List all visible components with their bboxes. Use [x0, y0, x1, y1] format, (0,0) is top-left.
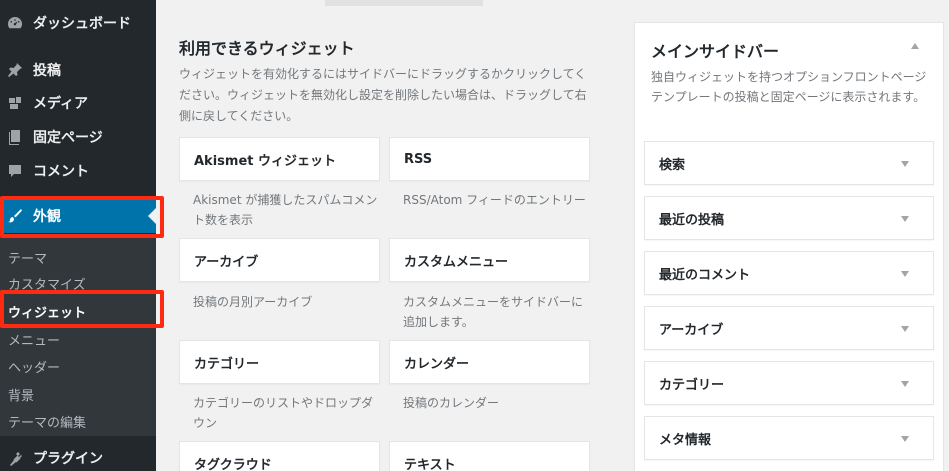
widget-description: 投稿のカレンダー	[403, 396, 500, 410]
menu-posts[interactable]: 投稿	[0, 53, 156, 87]
expand-arrow-icon[interactable]	[901, 216, 909, 222]
menu-label: ダッシュボード	[33, 16, 131, 32]
plugin-icon	[7, 450, 23, 466]
admin-sidebar: ダッシュボード 投稿 メディア 固定ページ コメント 外観 テーマ カスタマイズ…	[0, 0, 156, 471]
widget-rss[interactable]: RSS	[389, 137, 590, 181]
widget-akismet[interactable]: Akismet ウィジェット	[179, 137, 380, 181]
sidebar-widget-label: 検索	[659, 157, 686, 173]
page-icon	[7, 129, 23, 145]
sidebar-widget-meta[interactable]: メタ情報	[644, 416, 934, 460]
comment-icon	[7, 163, 23, 179]
submenu-header[interactable]: ヘッダー	[8, 357, 60, 376]
menu-plugins[interactable]: プラグイン	[0, 441, 156, 471]
widget-description: 投稿の月別アーカイブ	[193, 295, 313, 309]
sidebar-widget-recent-comments[interactable]: 最近のコメント	[644, 251, 934, 295]
menu-appearance[interactable]: 外観	[0, 199, 156, 233]
widget-description: Akismet が捕獲したスパムコメント数を表示	[193, 193, 378, 227]
menu-comments[interactable]: コメント	[0, 154, 156, 188]
submenu-themes[interactable]: テーマ	[8, 248, 47, 267]
menu-media[interactable]: メディア	[0, 86, 156, 120]
menu-label: 固定ページ	[33, 130, 103, 146]
expand-arrow-icon[interactable]	[901, 436, 909, 442]
menu-label: 投稿	[33, 63, 61, 79]
widget-archives[interactable]: アーカイブ	[179, 238, 380, 282]
sidebar-widget-label: 最近のコメント	[659, 267, 751, 283]
expand-arrow-icon[interactable]	[901, 161, 909, 167]
submenu-menus[interactable]: メニュー	[8, 330, 60, 349]
sidebar-widget-search[interactable]: 検索	[644, 141, 934, 185]
menu-label: プラグイン	[33, 451, 103, 467]
media-icon	[7, 95, 23, 111]
submenu-customize[interactable]: カスタマイズ	[8, 274, 86, 293]
pin-icon	[7, 62, 23, 78]
active-arrow-icon	[148, 208, 156, 224]
tab-stub	[325, 0, 483, 6]
sidebar-widget-archives[interactable]: アーカイブ	[644, 306, 934, 350]
menu-dashboard[interactable]: ダッシュボード	[0, 6, 156, 40]
expand-arrow-icon[interactable]	[901, 381, 909, 387]
expand-arrow-icon[interactable]	[901, 271, 909, 277]
sidebar-widget-categories[interactable]: カテゴリー	[644, 361, 934, 405]
sidebar-widget-label: メタ情報	[659, 432, 712, 448]
sidebar-widget-label: アーカイブ	[659, 322, 724, 338]
widget-custom-menu[interactable]: カスタムメニュー	[389, 238, 590, 282]
widget-text[interactable]: テキスト	[389, 441, 590, 471]
collapse-arrow-icon[interactable]	[911, 43, 919, 49]
main-sidebar-panel: メインサイドバー 独自ウィジェットを持つオプションフロントページテンプレートの投…	[634, 22, 944, 471]
submenu-widgets[interactable]: ウィジェット	[8, 302, 86, 321]
available-widgets-title: 利用できるウィジェット	[179, 39, 355, 58]
expand-arrow-icon[interactable]	[901, 326, 909, 332]
menu-label: コメント	[33, 164, 89, 180]
menu-label: メディア	[33, 96, 89, 112]
sidebar-widget-label: 最近の投稿	[659, 212, 725, 228]
available-widgets-description: ウィジェットを有効化するにはサイドバーにドラッグするかクリックしてください。ウィ…	[179, 67, 587, 123]
menu-pages[interactable]: 固定ページ	[0, 120, 156, 154]
sidebar-widget-recent-posts[interactable]: 最近の投稿	[644, 196, 934, 240]
submenu-theme-editor[interactable]: テーマの編集	[8, 412, 86, 431]
menu-label: 外観	[33, 209, 61, 225]
brush-icon	[7, 208, 23, 224]
dashboard-icon	[7, 15, 23, 31]
submenu-background[interactable]: 背景	[8, 385, 34, 404]
widget-description: カスタムメニューをサイドバーに追加します。	[403, 295, 584, 329]
widget-categories[interactable]: カテゴリー	[179, 340, 380, 384]
widget-tag-cloud[interactable]: タグクラウド	[179, 441, 380, 471]
widget-calendar[interactable]: カレンダー	[389, 340, 590, 384]
widget-description: RSS/Atom フィードのエントリー	[403, 193, 586, 207]
main-sidebar-description: 独自ウィジェットを持つオプションフロントページテンプレートの投稿と固定ページに表…	[651, 70, 927, 104]
widget-description: カテゴリーのリストやドロップダウン	[193, 396, 374, 430]
sidebar-widget-label: カテゴリー	[659, 377, 725, 393]
main-sidebar-title[interactable]: メインサイドバー	[651, 38, 779, 62]
